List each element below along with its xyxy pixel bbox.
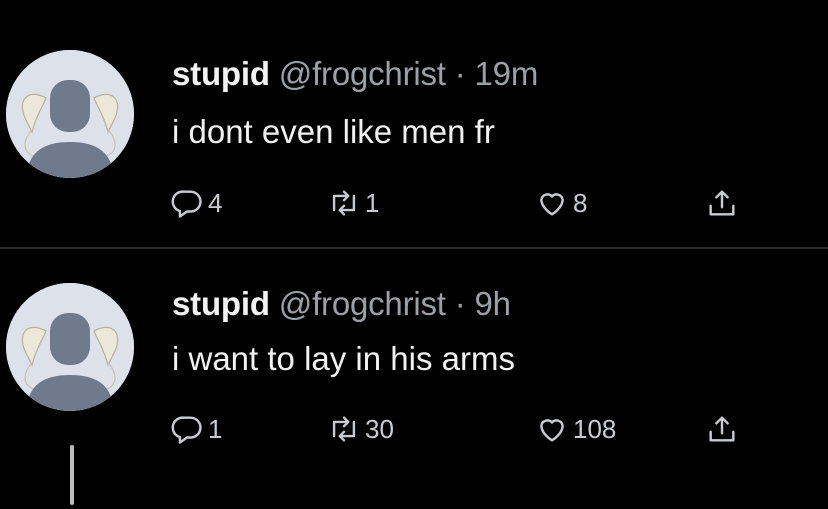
retweet-icon <box>332 416 356 442</box>
separator-dot: · <box>454 285 466 322</box>
heart-icon <box>540 419 564 442</box>
reply-count: 1 <box>208 413 223 444</box>
action-bar: 1 30 108 <box>170 412 770 452</box>
share-button[interactable] <box>705 412 739 446</box>
share-icon <box>709 416 735 442</box>
tweet-header: stupid @frogchrist · 9h <box>172 285 511 323</box>
avatar-image <box>6 283 134 411</box>
retweet-button[interactable]: 30 <box>327 412 394 446</box>
handle[interactable]: @frogchrist <box>279 285 446 322</box>
timestamp[interactable]: 9h <box>475 285 512 322</box>
avatar[interactable] <box>6 283 134 411</box>
reply-icon <box>171 416 202 444</box>
like-count: 108 <box>573 413 617 444</box>
reply-button[interactable]: 1 <box>170 412 222 446</box>
like-button[interactable]: 108 <box>535 412 616 446</box>
tweet-2[interactable]: stupid @frogchrist · 9h i want to lay in… <box>0 0 828 509</box>
tweet-text: i want to lay in his arms <box>172 340 515 377</box>
retweet-count: 30 <box>365 413 394 444</box>
display-name[interactable]: stupid <box>172 285 270 322</box>
thread-connector-line <box>70 445 74 505</box>
